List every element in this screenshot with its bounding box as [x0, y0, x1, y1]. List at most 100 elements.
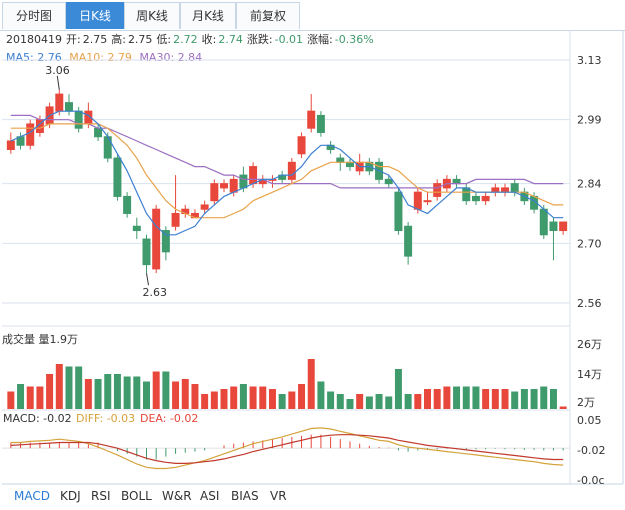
- kline-widget: 分时图 日K线 周K线 月K线 前复权 20180419 开: 2.75 高: 2.75…: [0, 0, 625, 510]
- candle-body: [316, 114, 325, 133]
- volume-bar: [433, 389, 441, 409]
- candle-body: [142, 238, 151, 266]
- volume-bar: [298, 384, 306, 409]
- tab-boll[interactable]: BOLL: [121, 489, 152, 503]
- volume-bar: [239, 384, 247, 409]
- kline-chart-canvas[interactable]: 3.13 2.99 2.84 2.70 2.56 3.06 2.63 成交量 量1.9万 26万…: [0, 0, 625, 510]
- volume-bar: [191, 384, 199, 409]
- candle-body: [200, 204, 209, 210]
- tab-kdj[interactable]: KDJ: [60, 489, 81, 503]
- volume-bar: [181, 379, 189, 409]
- volume-bar: [36, 386, 44, 409]
- volume-bar: [104, 374, 112, 409]
- tab-bias[interactable]: BIAS: [231, 489, 259, 503]
- volume-bar: [365, 396, 373, 409]
- volume-bar: [540, 386, 548, 409]
- volume-bar: [210, 391, 218, 409]
- volume-bar: [268, 389, 276, 409]
- dea-line: [10, 434, 564, 464]
- volume-bar: [75, 366, 83, 409]
- volume-bar: [482, 389, 490, 409]
- volume-bar: [394, 369, 402, 409]
- volume-bar: [249, 386, 257, 409]
- volume-bar: [559, 406, 567, 409]
- volume-bar: [511, 391, 519, 409]
- candle-body: [404, 225, 413, 257]
- candle-body: [423, 200, 432, 203]
- candle-body: [452, 178, 461, 185]
- candle-body: [210, 183, 219, 202]
- volume-bar: [443, 386, 451, 409]
- volume-bar: [530, 389, 538, 409]
- macd-axis-label: 0.05: [577, 414, 602, 427]
- price-axis-label: 3.13: [577, 54, 602, 67]
- candle-body: [539, 208, 548, 236]
- volume-bar: [549, 389, 557, 409]
- candle-body: [307, 110, 316, 129]
- candle-body: [152, 208, 161, 270]
- tab-vr[interactable]: VR: [270, 489, 287, 503]
- price-axis-label: 2.99: [577, 114, 602, 127]
- volume-bar: [123, 376, 131, 409]
- volume-bar: [55, 364, 63, 409]
- dea-value: DEA: -0.02: [140, 412, 198, 425]
- candle-body: [171, 212, 180, 227]
- volume-bar: [424, 389, 431, 409]
- candle-body: [113, 157, 122, 197]
- volume-bar: [462, 386, 470, 409]
- volume-axis-label: 14万: [577, 368, 602, 381]
- volume-bar: [346, 399, 354, 409]
- volume-bar: [7, 391, 15, 409]
- candle-body: [132, 225, 141, 232]
- candle-body: [26, 123, 35, 146]
- volume-bar: [327, 391, 335, 409]
- volume-bar: [133, 376, 141, 409]
- candle-body: [287, 161, 296, 180]
- volume-bar: [201, 394, 209, 409]
- volume-bar: [336, 394, 344, 409]
- volume-bar: [162, 371, 170, 409]
- candle-body: [510, 183, 519, 193]
- tab-rsi[interactable]: RSI: [91, 489, 111, 503]
- candle-body: [501, 187, 510, 193]
- candle-body: [384, 178, 393, 185]
- price-axis-label: 2.56: [577, 297, 602, 310]
- volume-axis-label: 26万: [577, 338, 602, 351]
- candle-body: [6, 140, 15, 151]
- volume-bar: [65, 366, 73, 409]
- volume-bar: [278, 394, 286, 409]
- volume-bar: [375, 394, 383, 409]
- volume-bar: [152, 371, 160, 409]
- price-axis-label: 2.84: [577, 178, 602, 191]
- volume-bar: [491, 389, 499, 409]
- tab-asi[interactable]: ASI: [200, 489, 219, 503]
- candle-body: [481, 195, 490, 202]
- volume-bar: [220, 389, 228, 409]
- candle-body: [559, 221, 568, 232]
- volume-bar: [230, 386, 238, 409]
- candle-body: [94, 127, 103, 138]
- volume-bar: [172, 381, 180, 409]
- price-axis-label: 2.70: [577, 237, 602, 250]
- volume-axis-label: 2万: [577, 396, 595, 409]
- volume-bar: [84, 379, 92, 409]
- ma10-line: [10, 123, 564, 219]
- volume-bar: [501, 389, 509, 409]
- candle-body: [549, 221, 558, 232]
- candle-body: [297, 136, 306, 155]
- volume-title: 成交量 量1.9万: [2, 332, 78, 346]
- candle-body: [491, 187, 500, 193]
- volume-bar: [472, 386, 480, 409]
- candle-body: [336, 157, 345, 163]
- tab-wr[interactable]: W&R: [162, 489, 192, 503]
- tab-macd[interactable]: MACD: [14, 489, 50, 503]
- volume-bar: [414, 394, 422, 409]
- candle-body: [345, 161, 354, 168]
- high-price-annotation: 3.06: [45, 64, 70, 77]
- volume-bar: [520, 389, 528, 409]
- volume-bar: [356, 394, 364, 409]
- candle-body: [64, 102, 73, 112]
- volume-bar: [46, 374, 54, 409]
- volume-bar: [317, 381, 325, 409]
- volume-bar: [17, 384, 25, 409]
